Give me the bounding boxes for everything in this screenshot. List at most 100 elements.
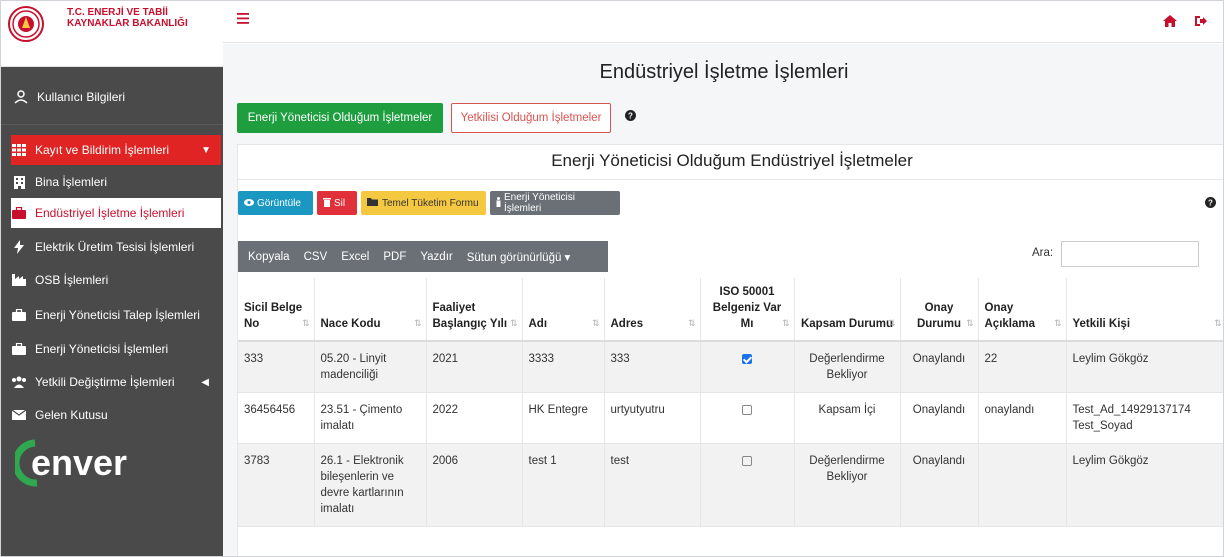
- cell-approval-note: 22: [978, 341, 1067, 393]
- sidebar-item-label: Enerji Yöneticisi Talep İşlemleri: [35, 308, 200, 322]
- page-title: Endüstriyel İşletme İşlemleri: [599, 61, 849, 83]
- energy-manager-ops-label: Enerji Yöneticisi İşlemleri: [504, 192, 575, 214]
- cell-nace: 26.1 - Elektronik bileşenlerin ve devre …: [314, 443, 427, 527]
- column-header[interactable]: ISO 50001 Belgeniz Var Mı ⇅: [700, 278, 795, 342]
- column-header[interactable]: Onay Açıklama ⇅: [978, 278, 1067, 342]
- iso-checkbox: [742, 404, 752, 415]
- cell-address: urtyutyutru: [604, 392, 701, 444]
- cell-iso: [700, 392, 795, 444]
- copy-button[interactable]: Kopyala: [248, 251, 290, 263]
- home-icon[interactable]: [1163, 15, 1177, 30]
- logout-icon[interactable]: [1195, 15, 1207, 30]
- view-button[interactable]: Görüntüle: [238, 191, 313, 215]
- enterprises-panel: Enerji Yöneticisi Olduğum Endüstriyel İş…: [237, 144, 1223, 556]
- sort-icon: ⇅: [509, 318, 518, 328]
- cell-scope: Kapsam İçi: [794, 392, 901, 444]
- sidebar-item-inbox[interactable]: Gelen Kutusu: [11, 399, 223, 431]
- print-button[interactable]: Yazdır: [420, 251, 452, 263]
- csv-button[interactable]: CSV: [304, 251, 328, 263]
- column-header[interactable]: Nace Kodu ⇅: [314, 278, 427, 342]
- topbar: [223, 1, 1223, 43]
- sidebar-item-label: Kullanıcı Bilgileri: [37, 90, 126, 104]
- panel-title: Enerji Yöneticisi Olduğum Endüstriyel İş…: [551, 151, 913, 170]
- sidebar-item-registration[interactable]: Kayıt ve Bildirim İşlemleri ▼: [11, 135, 221, 165]
- column-header-label: Onay Açıklama: [984, 302, 1036, 330]
- sort-icon: ⇅: [1213, 318, 1222, 328]
- sidebar-item-user-info[interactable]: Kullanıcı Bilgileri: [13, 81, 225, 113]
- pdf-button[interactable]: PDF: [383, 251, 406, 263]
- sort-icon: ⇅: [687, 318, 696, 328]
- sidebar-item-manager-ops[interactable]: Enerji Yöneticisi İşlemleri: [11, 333, 223, 365]
- column-header[interactable]: Yetkili Kişi ⇅: [1066, 278, 1223, 342]
- column-header[interactable]: Faaliyet Başlangıç Yılı ⇅: [426, 278, 523, 342]
- table-header-row: Sicil Belge No ⇅ Nace Kodu ⇅ Faaliyet Başl…: [238, 278, 1223, 342]
- help-icon[interactable]: ?: [1205, 197, 1216, 211]
- column-header-label: Onay Durumu: [916, 302, 962, 330]
- table-row[interactable]: 36456456 23.51 - Çimento imalatı 2022 HK…: [238, 392, 1223, 444]
- sidebar-item-power-plants[interactable]: Elektrik Üretim Tesisi İşlemleri: [11, 231, 223, 263]
- chevron-left-icon: ◀: [201, 376, 209, 388]
- sidebar-item-buildings[interactable]: Bina İşlemleri: [11, 166, 223, 198]
- cell-authorized: Leylim Gökgöz: [1066, 443, 1223, 527]
- sort-icon: ⇅: [1053, 318, 1062, 328]
- cell-year: 2021: [426, 341, 523, 393]
- column-header[interactable]: Adres ⇅: [604, 278, 701, 342]
- table-row[interactable]: 333 05.20 - Linyit madenciliği 2021 3333…: [238, 341, 1223, 393]
- sidebar-item-label: Elektrik Üretim Tesisi İşlemleri: [35, 240, 195, 254]
- tab-authorized-enterprises[interactable]: Yetkilisi Olduğum İşletmeler: [451, 103, 611, 133]
- cell-authorized: Leylim Gökgöz: [1066, 341, 1223, 393]
- cell-approval: Onaylandı: [900, 443, 979, 527]
- trash-icon: [323, 197, 331, 210]
- svg-text:?: ?: [628, 112, 633, 121]
- column-header[interactable]: Onay Durumu ⇅: [900, 278, 979, 342]
- sidebar-item-industrial[interactable]: Endüstriyel İşletme İşlemleri: [11, 198, 221, 228]
- envelope-icon: [11, 408, 27, 422]
- column-header[interactable]: Kapsam Durumu ⇅: [794, 278, 901, 342]
- column-header-label: Yetkili Kişi: [1072, 318, 1131, 330]
- app-window: T.C. ENERJİ VE TABİİ KAYNAKLAR BAKANLIĞI…: [0, 0, 1224, 557]
- user-icon: [13, 90, 29, 104]
- briefcase-icon: [11, 308, 27, 322]
- cell-year: 2022: [426, 392, 523, 444]
- column-header-label: Faaliyet Başlangıç Yılı: [432, 302, 508, 330]
- brand-header[interactable]: T.C. ENERJİ VE TABİİ KAYNAKLAR BAKANLIĞI: [1, 1, 223, 67]
- main-content: Endüstriyel İşletme İşlemleri Enerji Yön…: [223, 44, 1223, 556]
- svg-text:?: ?: [1208, 199, 1213, 208]
- column-header[interactable]: Adı ⇅: [522, 278, 605, 342]
- folder-icon: [367, 197, 378, 209]
- column-header-label: Kapsam Durumu: [800, 318, 894, 330]
- energy-manager-ops-button[interactable]: Enerji Yöneticisi İşlemleri: [490, 191, 620, 215]
- enterprises-table: Sicil Belge No ⇅ Nace Kodu ⇅ Faaliyet Başl…: [238, 278, 1223, 527]
- cell-approval: Onaylandı: [900, 341, 979, 393]
- search-input[interactable]: [1061, 241, 1199, 267]
- column-header[interactable]: Sicil Belge No ⇅: [238, 278, 315, 342]
- consumption-form-button[interactable]: Temel Tüketim Formu: [361, 191, 486, 215]
- sort-icon: ⇅: [887, 318, 896, 328]
- hamburger-menu-icon[interactable]: [237, 13, 249, 25]
- cell-scope: Değerlendirme Bekliyor: [794, 443, 901, 527]
- column-header-label: Adı: [528, 318, 548, 330]
- sort-icon: ⇅: [413, 318, 422, 328]
- sidebar-item-osb[interactable]: OSB İşlemleri: [11, 264, 223, 296]
- table-row[interactable]: 3783 26.1 - Elektronik bileşenlerin ve d…: [238, 443, 1223, 527]
- excel-button[interactable]: Excel: [341, 251, 369, 263]
- sidebar-item-label: Endüstriyel İşletme İşlemleri: [35, 206, 185, 220]
- cell-iso: [700, 443, 795, 527]
- bolt-icon: [11, 240, 27, 254]
- help-icon[interactable]: ?: [625, 110, 636, 124]
- users-icon: [11, 375, 27, 389]
- consumption-form-label: Temel Tüketim Formu: [382, 197, 479, 209]
- datatable-buttons: Kopyala CSV Excel PDF Yazdır Sütun görün…: [238, 241, 608, 272]
- grid-icon: [11, 143, 27, 157]
- view-button-label: Görüntüle: [257, 197, 301, 209]
- delete-button[interactable]: Sil: [317, 191, 357, 215]
- cell-address: 333: [604, 341, 701, 393]
- sidebar-item-manager-requests[interactable]: Enerji Yöneticisi Talep İşlemleri: [11, 299, 223, 331]
- sidebar-item-label: Enerji Yöneticisi İşlemleri: [35, 342, 169, 356]
- search-label: Ara:: [1032, 247, 1054, 259]
- sidebar-item-authority-change[interactable]: Yetkili Değiştirme İşlemleri ◀: [11, 366, 223, 398]
- tab-manager-enterprises[interactable]: Enerji Yöneticisi Olduğum İşletmeler: [237, 103, 443, 133]
- cell-authorized: Test_Ad_14929137174 Test_Soyad: [1066, 392, 1223, 444]
- column-visibility-button[interactable]: Sütun görünürlüğü ▾: [467, 250, 571, 264]
- divider: [238, 179, 1223, 180]
